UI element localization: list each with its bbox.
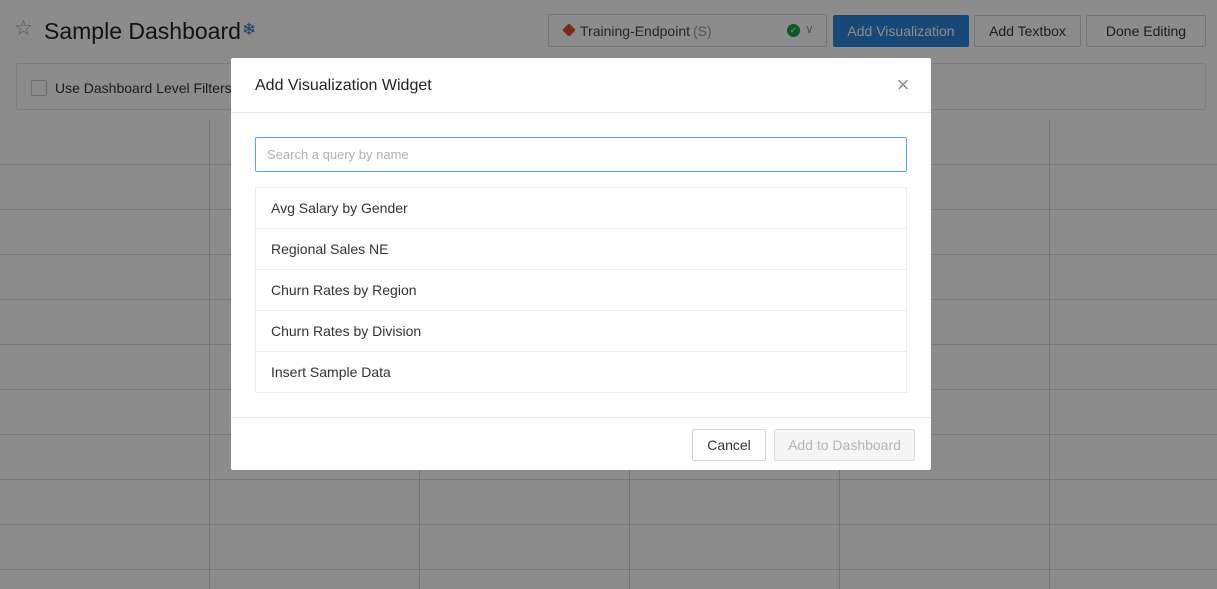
- add-to-dashboard-button[interactable]: Add to Dashboard: [774, 429, 915, 461]
- dialog-footer: Cancel Add to Dashboard: [231, 417, 931, 470]
- query-item[interactable]: Avg Salary by Gender: [256, 188, 906, 229]
- query-search-input[interactable]: [255, 137, 907, 172]
- close-icon[interactable]: ×: [894, 74, 912, 96]
- dialog-title: Add Visualization Widget: [255, 77, 432, 94]
- cancel-button[interactable]: Cancel: [692, 429, 766, 461]
- dialog-header: Add Visualization Widget ×: [231, 58, 931, 113]
- query-list: Avg Salary by Gender Regional Sales NE C…: [255, 187, 907, 393]
- query-item[interactable]: Churn Rates by Region: [256, 270, 906, 311]
- query-item[interactable]: Regional Sales NE: [256, 229, 906, 270]
- add-visualization-dialog: Add Visualization Widget × Avg Salary by…: [231, 58, 931, 470]
- query-item[interactable]: Insert Sample Data: [256, 352, 906, 393]
- query-item[interactable]: Churn Rates by Division: [256, 311, 906, 352]
